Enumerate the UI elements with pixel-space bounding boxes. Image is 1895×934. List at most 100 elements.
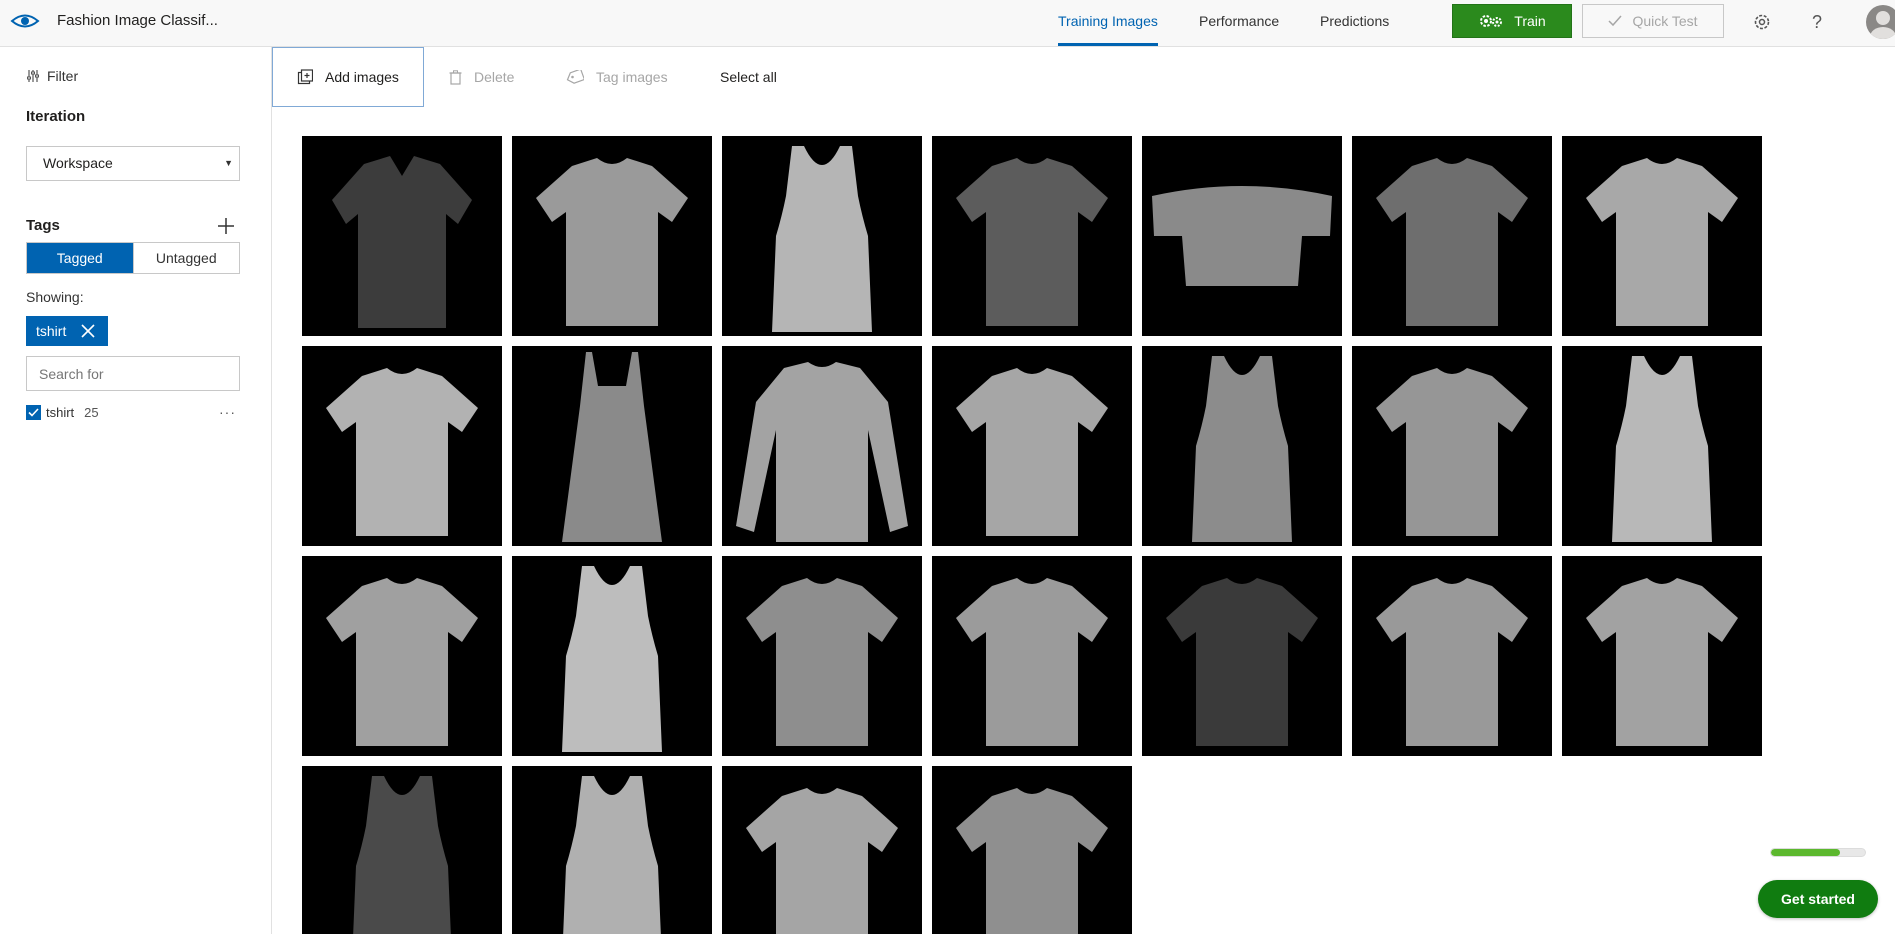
add-images-icon: [297, 69, 313, 85]
training-image-tile[interactable]: [302, 556, 502, 756]
garment-thumbnail: [353, 776, 451, 934]
garment-thumbnail: [562, 566, 662, 752]
tab-training-images[interactable]: Training Images: [1058, 0, 1158, 47]
tag-icon: [566, 70, 584, 84]
training-image-tile[interactable]: [722, 766, 922, 934]
project-title[interactable]: Fashion Image Classif...: [57, 12, 218, 29]
garment-thumbnail: [956, 158, 1108, 326]
iteration-heading: Iteration: [26, 108, 86, 125]
add-images-button[interactable]: Add images: [272, 47, 424, 107]
active-tag-filter-chip: tshirt: [26, 316, 109, 346]
garment-thumbnail: [956, 368, 1108, 536]
tag-images-button[interactable]: Tag images: [566, 47, 668, 107]
tag-images-label: Tag images: [596, 69, 668, 85]
garment-thumbnail: [1586, 578, 1738, 746]
tab-performance[interactable]: Performance: [1199, 0, 1279, 47]
trash-icon: [449, 69, 462, 85]
training-image-tile[interactable]: [512, 136, 712, 336]
garment-thumbnail: [1166, 578, 1318, 746]
garment-thumbnail: [746, 578, 898, 746]
garment-thumbnail: [1612, 356, 1712, 542]
training-image-tile[interactable]: [1562, 136, 1762, 336]
training-image-tile[interactable]: [302, 136, 502, 336]
train-label: Train: [1514, 13, 1546, 29]
progress-fill: [1771, 849, 1840, 856]
garment-thumbnail: [563, 776, 661, 934]
training-image-tile[interactable]: [512, 346, 712, 546]
custom-vision-eye-icon[interactable]: [10, 9, 40, 33]
garment-thumbnail: [536, 158, 688, 326]
filter-sliders-icon: [27, 70, 39, 82]
train-gears-icon: [1480, 15, 1503, 27]
training-image-tile[interactable]: [1562, 556, 1762, 756]
iteration-selected-value: Workspace: [43, 155, 113, 171]
garment-thumbnail: [1152, 186, 1332, 286]
training-image-tile[interactable]: [1352, 556, 1552, 756]
training-image-tile[interactable]: [1352, 346, 1552, 546]
garment-thumbnail: [326, 578, 478, 746]
user-avatar[interactable]: [1866, 5, 1895, 39]
image-toolbar: Add images Delete Tag images Select all: [272, 47, 1895, 107]
filter-label: Filter: [47, 68, 79, 84]
tag-checkbox[interactable]: [26, 404, 41, 420]
training-image-tile[interactable]: [722, 556, 922, 756]
showing-label: Showing:: [26, 289, 84, 305]
untagged-toggle-button[interactable]: Untagged: [132, 243, 239, 273]
add-tag-plus-icon[interactable]: [216, 216, 236, 236]
garment-thumbnail: [562, 352, 662, 542]
tag-count: 25: [84, 404, 99, 420]
help-question-icon[interactable]: ?: [1805, 10, 1829, 34]
training-image-tile[interactable]: [1352, 136, 1552, 336]
garment-thumbnail: [956, 788, 1108, 934]
left-sidebar: Filter Iteration Workspace ▼ Tags Tagged…: [0, 47, 272, 934]
tags-heading: Tags: [26, 217, 60, 234]
tag-name[interactable]: tshirt: [46, 405, 74, 420]
training-image-tile[interactable]: [932, 136, 1132, 336]
garment-thumbnail: [956, 578, 1108, 746]
remove-filter-close-icon[interactable]: [80, 323, 96, 339]
training-image-tile[interactable]: [1142, 556, 1342, 756]
training-image-tile[interactable]: [302, 346, 502, 546]
training-image-tile[interactable]: [512, 556, 712, 756]
iteration-dropdown[interactable]: Workspace ▼: [26, 146, 240, 181]
tab-predictions[interactable]: Predictions: [1320, 0, 1389, 47]
training-image-tile[interactable]: [1142, 136, 1342, 336]
dropdown-caret-icon: ▼: [224, 158, 233, 168]
garment-thumbnail: [1376, 578, 1528, 746]
training-image-tile[interactable]: [722, 136, 922, 336]
delete-button[interactable]: Delete: [449, 47, 514, 107]
training-image-tile[interactable]: [1562, 346, 1762, 546]
training-image-tile[interactable]: [932, 766, 1132, 934]
more-options-ellipsis-icon[interactable]: ···: [219, 404, 236, 420]
checkmark-icon: [1608, 15, 1622, 27]
garment-thumbnail: [332, 156, 472, 328]
tag-search-input[interactable]: [26, 356, 240, 391]
garment-thumbnail: [1586, 158, 1738, 326]
select-all-label: Select all: [720, 69, 777, 85]
training-image-tile[interactable]: [722, 346, 922, 546]
add-images-label: Add images: [325, 69, 399, 85]
checkmark-icon: [28, 407, 39, 417]
chip-label: tshirt: [36, 323, 67, 339]
select-all-button[interactable]: Select all: [720, 47, 777, 107]
training-image-tile[interactable]: [512, 766, 712, 934]
tag-list-item: tshirt 25 ···: [26, 401, 240, 423]
training-image-tile[interactable]: [932, 346, 1132, 546]
train-button[interactable]: Train: [1452, 4, 1572, 38]
delete-label: Delete: [474, 69, 515, 85]
settings-gear-icon[interactable]: [1750, 10, 1774, 34]
garment-thumbnail: [1376, 158, 1528, 326]
training-image-tile[interactable]: [1142, 346, 1342, 546]
garment-thumbnail: [772, 146, 872, 332]
quick-test-label: Quick Test: [1632, 13, 1698, 29]
training-image-tile[interactable]: [302, 766, 502, 934]
garment-thumbnail: [326, 368, 478, 536]
get-started-button[interactable]: Get started: [1758, 880, 1878, 918]
training-image-tile[interactable]: [932, 556, 1132, 756]
garment-thumbnail: [746, 788, 898, 934]
filter-button[interactable]: Filter: [26, 68, 78, 84]
training-progress-bar: [1770, 848, 1866, 857]
quick-test-button[interactable]: Quick Test: [1582, 4, 1724, 38]
tagged-untagged-toggle: Tagged Untagged: [26, 242, 240, 274]
tagged-toggle-button[interactable]: Tagged: [27, 243, 133, 273]
